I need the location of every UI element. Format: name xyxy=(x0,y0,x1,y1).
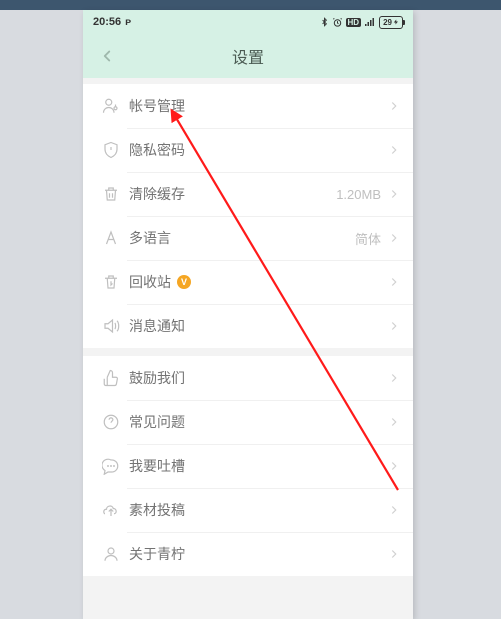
battery-icon: 29 xyxy=(379,16,403,29)
status-bar: 20:56 ᴘ HD 29 xyxy=(83,10,413,34)
chevron-right-icon xyxy=(387,231,401,245)
chevron-right-icon xyxy=(387,415,401,429)
row-value: 简体 xyxy=(355,229,381,248)
font-icon xyxy=(95,229,127,247)
settings-content: 帐号管理 隐私密码 清除缓存 xyxy=(83,84,413,576)
row-label: 我要吐槽 xyxy=(129,456,185,476)
trash-icon xyxy=(95,185,127,203)
chevron-right-icon xyxy=(387,547,401,561)
row-label: 隐私密码 xyxy=(129,140,185,160)
row-label: 多语言 xyxy=(129,228,171,248)
bluetooth-icon xyxy=(320,16,329,28)
phone-frame: 20:56 ᴘ HD 29 设置 xyxy=(83,10,413,619)
signal-icon xyxy=(364,17,376,27)
thumb-icon xyxy=(95,369,127,387)
row-notifications[interactable]: 消息通知 xyxy=(83,304,413,348)
row-feedback[interactable]: 我要吐槽 xyxy=(83,444,413,488)
upload-icon xyxy=(95,501,127,519)
vip-badge: V xyxy=(177,275,191,289)
chat-icon xyxy=(95,457,127,475)
nav-bar: 设置 xyxy=(83,34,413,78)
settings-group-2: 鼓励我们 常见问题 我要吐槽 xyxy=(83,356,413,576)
chevron-right-icon xyxy=(387,275,401,289)
status-p-icon: ᴘ xyxy=(125,17,131,28)
back-button[interactable] xyxy=(89,34,125,78)
settings-group-1: 帐号管理 隐私密码 清除缓存 xyxy=(83,84,413,348)
row-language[interactable]: 多语言 简体 xyxy=(83,216,413,260)
row-clear-cache[interactable]: 清除缓存 1.20MB xyxy=(83,172,413,216)
about-icon xyxy=(95,545,127,563)
row-privacy[interactable]: 隐私密码 xyxy=(83,128,413,172)
row-label: 回收站 xyxy=(129,272,171,292)
row-encourage[interactable]: 鼓励我们 xyxy=(83,356,413,400)
chevron-right-icon xyxy=(387,99,401,113)
page-title: 设置 xyxy=(232,44,264,68)
shield-icon xyxy=(95,141,127,159)
chevron-right-icon xyxy=(387,319,401,333)
status-time: 20:56 xyxy=(93,16,121,28)
row-label: 关于青柠 xyxy=(129,544,185,564)
row-value: 1.20MB xyxy=(336,187,381,202)
hd-icon: HD xyxy=(346,18,362,27)
row-label: 消息通知 xyxy=(129,316,185,336)
sound-icon xyxy=(95,317,127,335)
window-titlebar xyxy=(0,0,501,10)
user-icon xyxy=(95,97,127,115)
row-submit[interactable]: 素材投稿 xyxy=(83,488,413,532)
chevron-right-icon xyxy=(387,143,401,157)
chevron-right-icon xyxy=(387,459,401,473)
chevron-right-icon xyxy=(387,371,401,385)
row-faq[interactable]: 常见问题 xyxy=(83,400,413,444)
row-about[interactable]: 关于青柠 xyxy=(83,532,413,576)
chevron-right-icon xyxy=(387,503,401,517)
help-icon xyxy=(95,413,127,431)
row-account[interactable]: 帐号管理 xyxy=(83,84,413,128)
row-label: 常见问题 xyxy=(129,412,185,432)
alarm-icon xyxy=(332,17,343,28)
row-label: 帐号管理 xyxy=(129,96,185,116)
recycle-icon xyxy=(95,273,127,291)
row-recycle[interactable]: 回收站 V xyxy=(83,260,413,304)
battery-value: 29 xyxy=(383,18,392,27)
row-label: 素材投稿 xyxy=(129,500,185,520)
row-label: 鼓励我们 xyxy=(129,368,185,388)
chevron-right-icon xyxy=(387,187,401,201)
row-label: 清除缓存 xyxy=(129,184,185,204)
